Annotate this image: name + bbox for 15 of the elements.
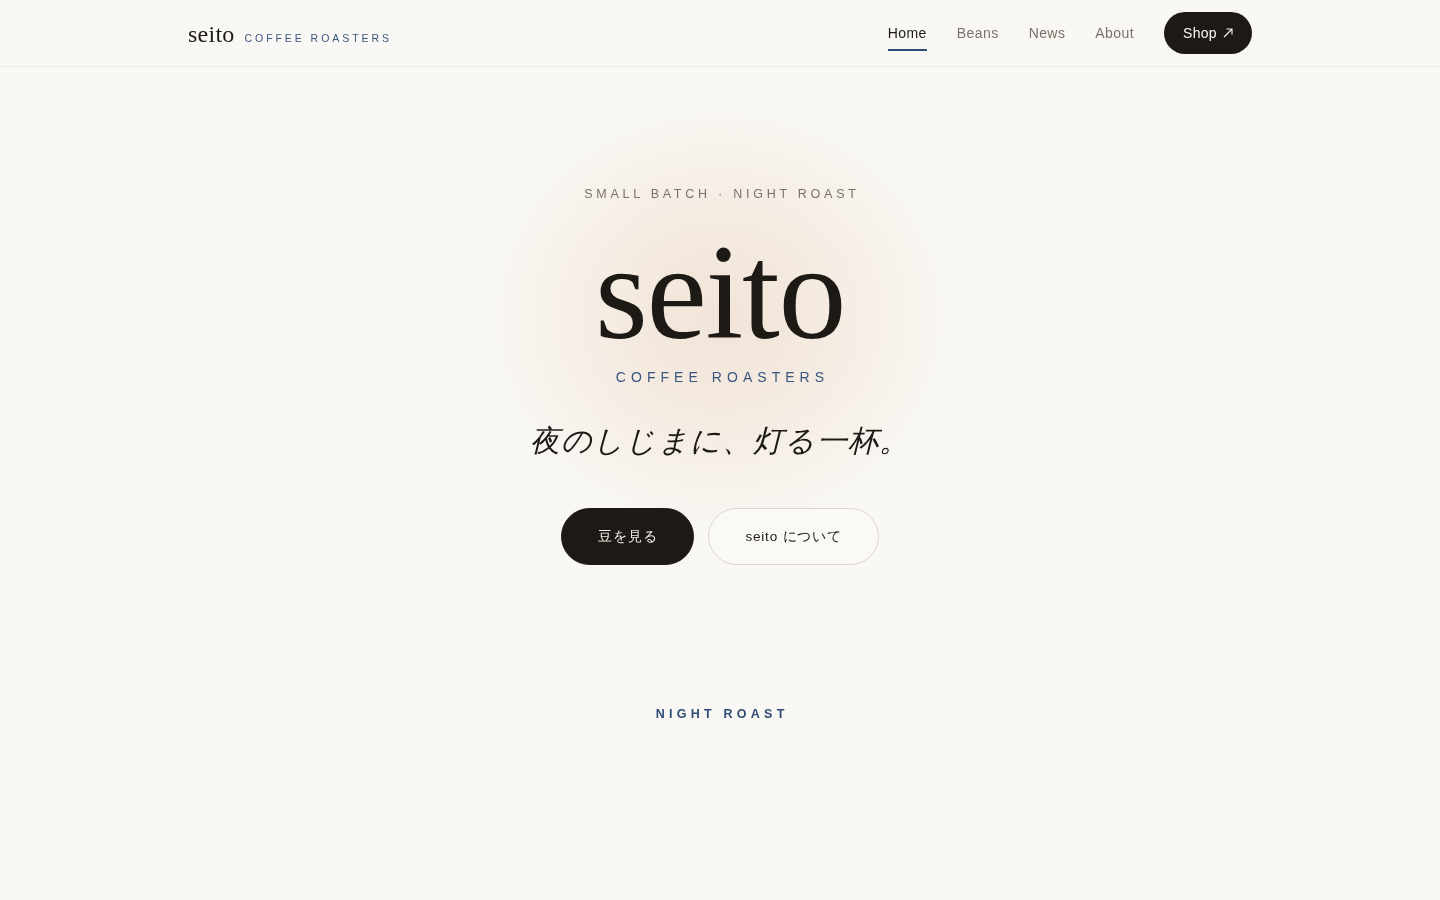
logo-wordmark[interactable]: seito	[188, 20, 235, 48]
logo-tagline: COFFEE ROASTERS	[244, 31, 392, 44]
nav-link[interactable]: News	[1028, 17, 1066, 51]
shop-button[interactable]: Shop	[1164, 12, 1252, 54]
hero-eyebrow: SMALL BATCH · NIGHT ROAST	[584, 187, 860, 201]
hero-title: seito	[594, 237, 846, 347]
nav-link[interactable]: About	[1095, 17, 1134, 51]
arrow-icon	[1222, 28, 1233, 38]
hero-tagline: 夜のしじまに、灯る一杯。	[529, 423, 911, 459]
view-beans-button[interactable]: 豆を見る	[561, 508, 695, 565]
section-eyebrow: NIGHT ROAST	[655, 707, 789, 721]
nav-link[interactable]: Home	[887, 17, 927, 51]
nav-link[interactable]: Beans	[956, 17, 999, 51]
about-button[interactable]: seito について	[708, 508, 879, 565]
hero-subtitle: COFFEE ROASTERS	[615, 369, 830, 385]
